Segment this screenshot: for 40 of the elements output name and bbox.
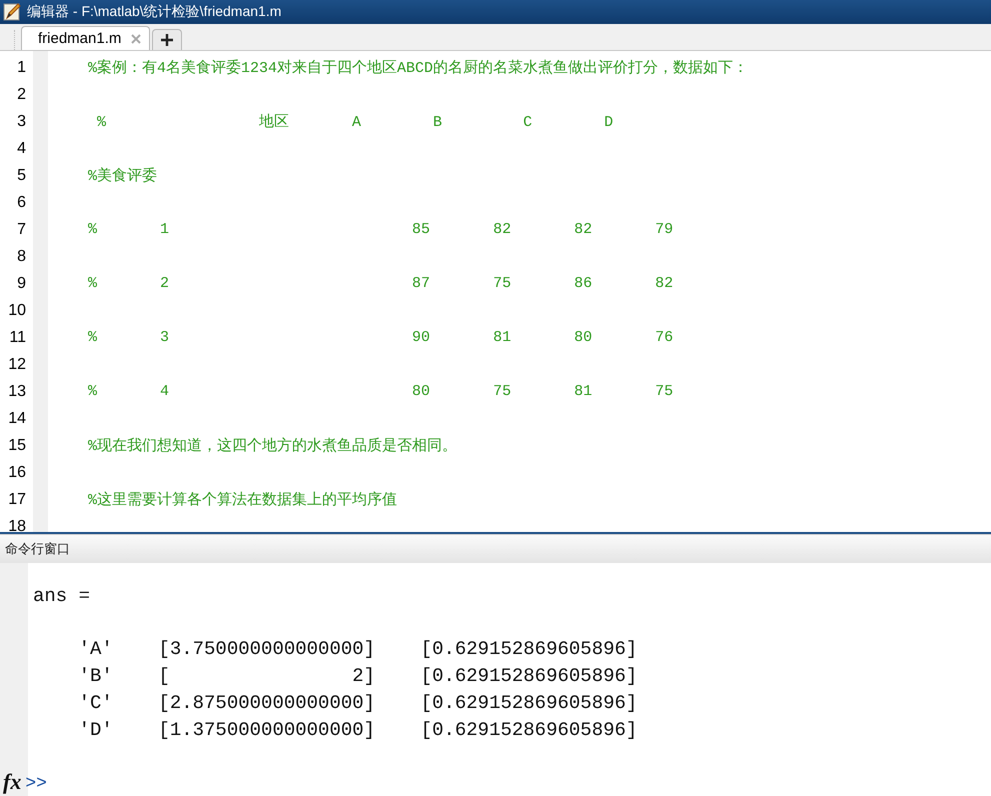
code-comment: %案例：有4名美食评委1234对来自于四个地区ABCD的名厨的名菜水煮鱼做出评价打分，数据如下： — [88, 58, 748, 77]
line-number: 3 — [16, 112, 26, 130]
function-button[interactable]: fx — [3, 770, 22, 794]
output-line: ans = — [33, 584, 92, 609]
line-number: 18 — [7, 518, 26, 532]
line-number: 10 — [7, 302, 26, 320]
file-tab[interactable]: friedman1.m — [21, 26, 150, 50]
line-number: 6 — [16, 194, 26, 212]
code-comment: % 地区 A B C D — [96, 112, 614, 131]
line-number: 14 — [7, 410, 26, 428]
pencil-icon — [3, 3, 21, 21]
line-number: 13 — [7, 382, 26, 400]
line-number: 15 — [7, 436, 26, 454]
line-number: 16 — [7, 464, 26, 482]
line-number: 2 — [16, 86, 26, 104]
plus-icon — [161, 34, 174, 46]
code-comment: %这里需要计算各个算法在数据集上的平均序值 — [88, 490, 398, 509]
output-line: 'B' [ 2] [0.629152869605896] — [78, 664, 638, 689]
output-line: 'D' [1.375000000000000] [0.629152869605896] — [78, 718, 638, 743]
code-comment: %现在我们想知道，这四个地方的水煮鱼品质是否相同。 — [88, 436, 458, 455]
output-line: 'C' [2.875000000000000] [0.629152869605896] — [78, 691, 638, 716]
command-prompt[interactable]: >> — [25, 774, 47, 794]
line-number: 9 — [16, 274, 26, 292]
code-comment: % 3 90 81 80 76 — [88, 329, 674, 346]
output-line: 'A' [3.750000000000000] [0.629152869605896] — [78, 637, 638, 662]
code-comment: % 4 80 75 81 75 — [88, 383, 674, 400]
line-number: 11 — [8, 328, 26, 346]
line-number: 12 — [7, 356, 26, 374]
code-comment: %美食评委 — [88, 166, 158, 185]
code-comment: % 1 85 82 82 79 — [88, 221, 674, 238]
line-number: 17 — [7, 490, 26, 508]
code-comment: % 2 87 75 86 82 — [88, 275, 674, 292]
line-number: 4 — [16, 140, 26, 158]
line-number: 8 — [16, 248, 26, 266]
line-number: 1 — [16, 58, 26, 76]
window-title: 编辑器 - F:\matlab\统计检验\friedman1.m — [27, 3, 282, 21]
line-number: 7 — [16, 220, 26, 238]
new-tab-button[interactable] — [152, 29, 182, 50]
panel-title: 命令行窗口 — [5, 540, 70, 558]
line-number: 5 — [16, 166, 26, 184]
